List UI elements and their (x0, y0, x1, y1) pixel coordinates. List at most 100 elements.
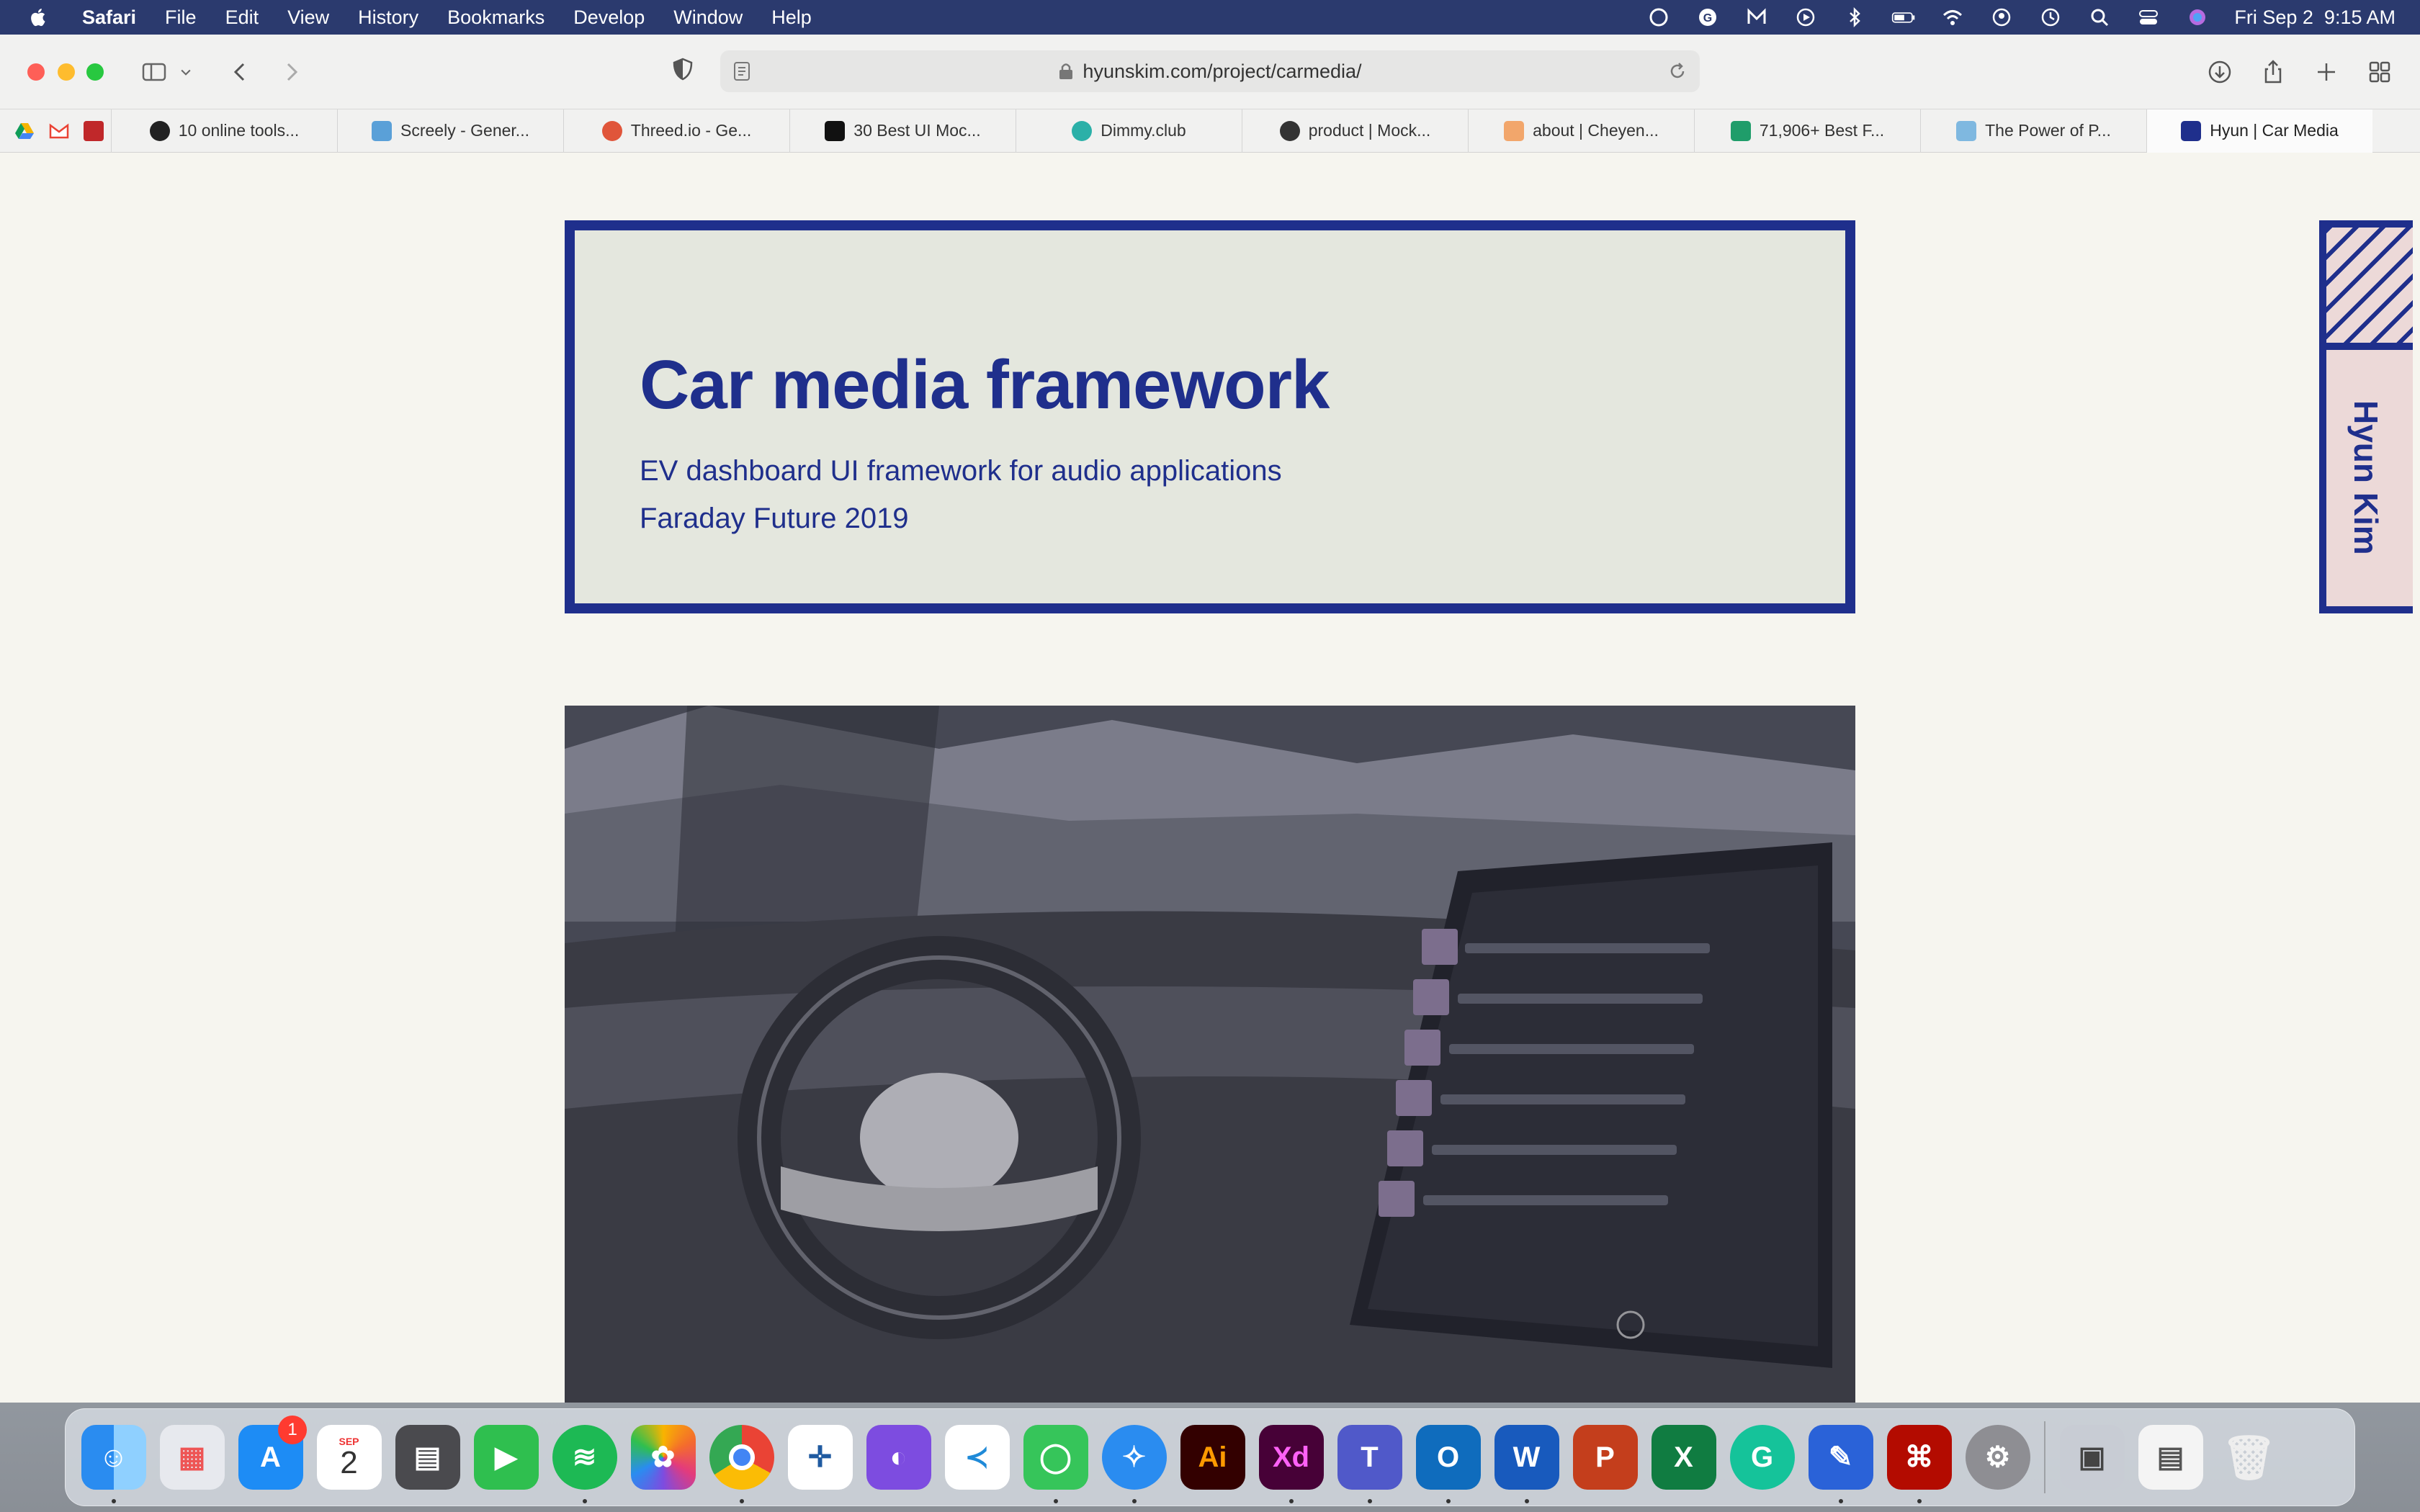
menu-help[interactable]: Help (771, 6, 812, 29)
author-name[interactable]: Hyun Kim (2347, 400, 2385, 555)
site-favicon-icon (372, 120, 393, 141)
favorite-tab-4[interactable]: 30 Best UI Moc... (789, 109, 1016, 153)
dock-trash[interactable]: 🗑 (2210, 1408, 2288, 1506)
siri-icon[interactable] (2185, 6, 2210, 28)
favorite-tab-6[interactable]: product | Mock... (1242, 109, 1468, 153)
mail-extension-icon[interactable] (1744, 6, 1769, 28)
menubar-clock[interactable]: Fri Sep 2 9:15 AM (2234, 6, 2396, 29)
dock-tableau[interactable]: ✛ (781, 1408, 859, 1506)
new-tab-icon[interactable] (2311, 56, 2342, 88)
dock-calendar[interactable]: SEP 2 (310, 1408, 388, 1506)
site-favicon-icon (1072, 120, 1093, 141)
grammarly-icon[interactable]: G (1695, 6, 1720, 28)
creative-cloud-icon[interactable] (1646, 6, 1671, 28)
dock-calculator[interactable]: ▤ (388, 1408, 467, 1506)
user-icon[interactable] (1989, 6, 2014, 28)
hatch-pattern (2326, 228, 2413, 350)
menu-app-name[interactable]: Safari (82, 6, 136, 29)
wifi-icon[interactable] (1940, 6, 1965, 28)
car-dashboard-illustration (565, 706, 1855, 1403)
menu-edit[interactable]: Edit (225, 6, 259, 29)
back-button[interactable] (225, 56, 256, 88)
dock-grammarly[interactable]: G (1723, 1408, 1801, 1506)
tab-current-page[interactable]: Hyun | Car Media (2146, 109, 2372, 153)
site-favicon-icon (601, 120, 622, 141)
dock-safari[interactable]: ✧ (1095, 1408, 1173, 1506)
address-bar[interactable]: hyunskim.com/project/carmedia/ (720, 50, 1700, 92)
bookmark-site-icon[interactable] (76, 109, 111, 153)
dock-spotify[interactable]: ≋ (545, 1408, 624, 1506)
favorite-tab-1[interactable]: 10 online tools... (111, 109, 337, 153)
google-drive-icon[interactable] (7, 109, 42, 153)
pencil-icon: ✎ (1808, 1425, 1873, 1490)
dock-powerpoint[interactable]: P (1566, 1408, 1644, 1506)
reader-view-icon[interactable] (732, 60, 752, 82)
apple-menu-icon[interactable] (24, 3, 53, 32)
illustrator-icon: Ai (1180, 1425, 1245, 1490)
dock-pencil-app[interactable]: ✎ (1801, 1408, 1880, 1506)
menu-bookmarks[interactable]: Bookmarks (447, 6, 544, 29)
dock-chrome[interactable] (702, 1408, 781, 1506)
dock-system-preferences[interactable]: ⚙ (1958, 1408, 2037, 1506)
vscode-icon: ≺ (944, 1425, 1010, 1490)
safari-window: hyunskim.com/project/carmedia/ 10 online… (0, 35, 2420, 1403)
dock-finder[interactable]: ☺ (74, 1408, 153, 1506)
car-interior-image (565, 706, 1855, 1403)
battery-icon[interactable] (1891, 6, 1916, 28)
dock-app-store[interactable]: A1 (231, 1408, 310, 1506)
notification-badge: 1 (278, 1416, 307, 1444)
play-icon[interactable] (1793, 6, 1818, 28)
favorite-tab-3[interactable]: Threed.io - Ge... (563, 109, 789, 153)
site-favicon-icon (1279, 120, 1300, 141)
reload-icon[interactable] (1667, 60, 1688, 82)
close-window-button[interactable] (27, 63, 45, 81)
privacy-shield-icon[interactable] (670, 56, 702, 88)
gmail-icon[interactable] (42, 109, 76, 153)
dock-launchpad[interactable]: ▦ (153, 1408, 231, 1506)
dock-excel[interactable]: X (1644, 1408, 1723, 1506)
chrome-icon (709, 1425, 774, 1490)
dock-acrobat[interactable]: ⌘ (1880, 1408, 1958, 1506)
github-icon: ◐ (866, 1425, 931, 1490)
dock-downloads-stack[interactable]: ▤ (2131, 1408, 2210, 1506)
menu-history[interactable]: History (358, 6, 418, 29)
sidebar-toggle-icon[interactable] (138, 56, 170, 88)
time-machine-icon[interactable] (2038, 6, 2063, 28)
bluetooth-icon[interactable] (1842, 6, 1867, 28)
minimize-window-button[interactable] (58, 63, 75, 81)
dock-adobe-xd[interactable]: Xd (1252, 1408, 1330, 1506)
menu-file[interactable]: File (165, 6, 197, 29)
menu-view[interactable]: View (287, 6, 329, 29)
favorite-tab-5[interactable]: Dimmy.club (1016, 109, 1242, 153)
dock-preview-thumbnail[interactable]: ▣ (2053, 1408, 2131, 1506)
dock-illustrator[interactable]: Ai (1173, 1408, 1252, 1506)
downloads-icon[interactable] (2204, 56, 2236, 88)
favorite-tab-2[interactable]: Screely - Gener... (337, 109, 563, 153)
tab-overview-icon[interactable] (2364, 56, 2396, 88)
dock-teams[interactable]: T (1330, 1408, 1409, 1506)
menu-window[interactable]: Window (673, 6, 743, 29)
search-icon[interactable] (2087, 6, 2112, 28)
dock-github-desktop[interactable]: ◐ (859, 1408, 938, 1506)
share-icon[interactable] (2257, 56, 2289, 88)
tableau-icon: ✛ (787, 1425, 853, 1490)
dock-vscode[interactable]: ≺ (938, 1408, 1016, 1506)
menu-develop[interactable]: Develop (573, 6, 645, 29)
dock-outlook[interactable]: O (1409, 1408, 1487, 1506)
site-favicon-icon (149, 120, 170, 141)
dock-messages[interactable]: ◯ (1016, 1408, 1095, 1506)
control-center-icon[interactable] (2136, 6, 2161, 28)
maximize-window-button[interactable] (86, 63, 104, 81)
favorite-tab-9[interactable]: The Power of P... (1920, 109, 2146, 153)
favorite-tab-8[interactable]: 71,906+ Best F... (1694, 109, 1920, 153)
dock-facetime[interactable]: ▶ (467, 1408, 545, 1506)
favorite-tab-7[interactable]: about | Cheyen... (1468, 109, 1694, 153)
url-text[interactable]: hyunskim.com/project/carmedia/ (1083, 60, 1361, 83)
dock-word[interactable]: W (1487, 1408, 1566, 1506)
svg-text:G: G (1703, 12, 1712, 24)
author-side-tab[interactable]: Hyun Kim (2319, 220, 2413, 613)
chevron-down-icon[interactable] (177, 56, 194, 88)
forward-button[interactable] (275, 56, 307, 88)
dock-photos[interactable]: ✿ (624, 1408, 702, 1506)
gear-icon: ⚙ (1965, 1425, 2030, 1490)
